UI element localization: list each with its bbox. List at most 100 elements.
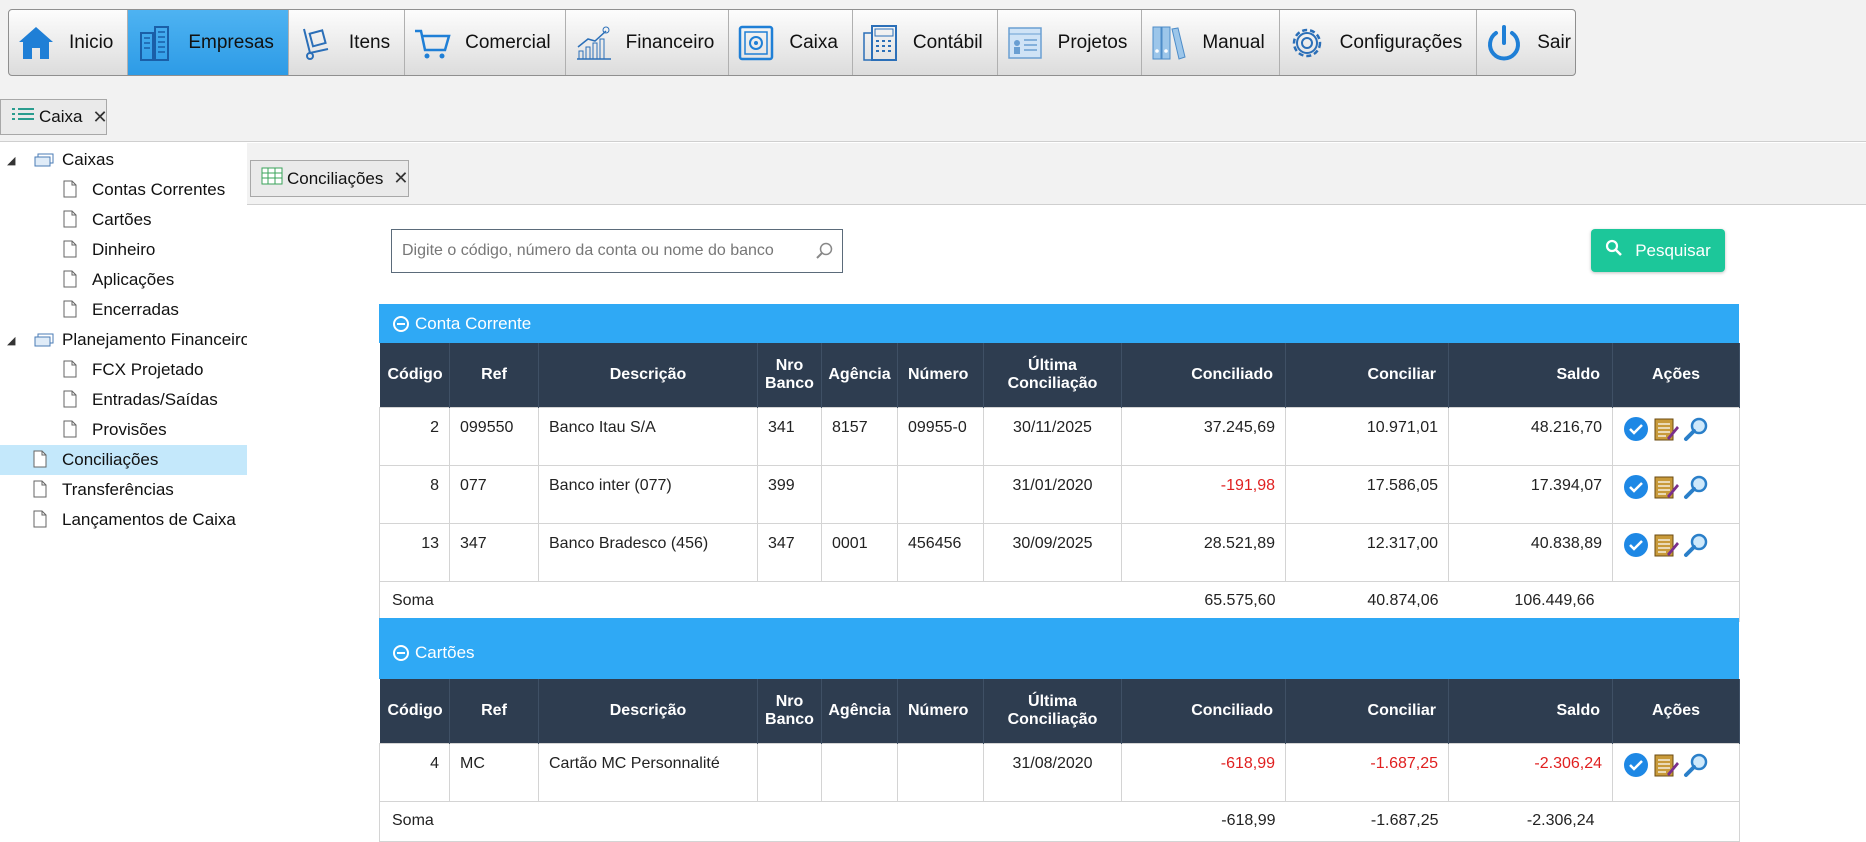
col-header-ultima: Última xyxy=(1028,692,1077,710)
col-header-conciliado[interactable]: Conciliado xyxy=(1121,343,1286,407)
section-header-conta-corrente[interactable]: Conta Corrente xyxy=(379,304,1739,343)
tree-node-transferencias[interactable]: Transferências xyxy=(0,475,247,505)
tree-label-cartoes: Cartões xyxy=(92,210,152,229)
table-row[interactable]: 8 077 Banco inter (077) 399 31/01/2020 -… xyxy=(379,464,1740,524)
menu-projetos[interactable]: Projetos xyxy=(998,10,1143,75)
tree-label-provisoes: Provisões xyxy=(92,420,167,439)
col-header-codigo[interactable]: Código xyxy=(379,343,450,407)
col-header-agencia[interactable]: Agência xyxy=(821,343,898,407)
menu-contabil[interactable]: Contábil xyxy=(853,10,998,75)
search-icon xyxy=(1605,239,1623,262)
binders-icon xyxy=(1146,20,1192,66)
cell-conciliar: 17.586,05 xyxy=(1285,464,1449,524)
collapse-triangle-icon[interactable]: ◢ xyxy=(7,154,15,167)
ledger-edit-icon[interactable] xyxy=(1653,752,1679,784)
tab-caixa[interactable]: Caixa ✕ xyxy=(0,99,108,135)
tree-node-provisoes[interactable]: Provisões xyxy=(0,415,247,445)
cell-conciliado: 37.245,69 xyxy=(1121,406,1286,466)
page-icon xyxy=(63,270,77,293)
tree-node-aplicacoes[interactable]: Aplicações xyxy=(0,265,247,295)
check-circle-icon[interactable] xyxy=(1623,752,1649,784)
cell-numero xyxy=(897,464,984,524)
col-header-conciliar[interactable]: Conciliar xyxy=(1285,679,1449,743)
col-header-ultima-conciliacao[interactable]: Última Conciliação xyxy=(983,679,1122,743)
section-header-cartoes[interactable]: Cartões xyxy=(379,618,1739,679)
cell-acoes xyxy=(1612,464,1740,524)
col-header-ref[interactable]: Ref xyxy=(449,679,539,743)
tree-node-dinheiro[interactable]: Dinheiro xyxy=(0,235,247,265)
tree-node-encerradas[interactable]: Encerradas xyxy=(0,295,247,325)
col-header-conciliacao: Conciliação xyxy=(1007,710,1098,728)
col-header-descricao[interactable]: Descrição xyxy=(538,679,758,743)
menu-financeiro[interactable]: Financeiro xyxy=(566,10,730,75)
col-header-nro-banco[interactable]: Nro Banco xyxy=(757,679,822,743)
cell-numero: 09955-0 xyxy=(897,406,984,466)
tab-caixa-close-icon[interactable]: ✕ xyxy=(92,107,107,128)
search-input[interactable] xyxy=(392,230,792,272)
ledger-edit-icon[interactable] xyxy=(1653,474,1679,506)
col-header-conciliado[interactable]: Conciliado xyxy=(1121,679,1286,743)
search-icon[interactable] xyxy=(816,242,834,265)
sum-label: Soma xyxy=(379,800,1122,842)
tree-node-fcx-projetado[interactable]: FCX Projetado xyxy=(0,355,247,385)
menu-manual[interactable]: Manual xyxy=(1142,10,1280,75)
cell-ultima-conciliacao: 30/11/2025 xyxy=(983,406,1122,466)
collapse-triangle-icon[interactable]: ◢ xyxy=(7,334,15,347)
tree-node-contas-correntes[interactable]: Contas Correntes xyxy=(0,175,247,205)
tree-label-caixas: Caixas xyxy=(62,150,114,169)
col-header-numero[interactable]: Número xyxy=(897,343,984,407)
menu-empresas[interactable]: Empresas xyxy=(128,10,289,75)
col-header-agencia[interactable]: Agência xyxy=(821,679,898,743)
col-header-codigo[interactable]: Código xyxy=(379,679,450,743)
collapse-minus-icon[interactable] xyxy=(393,315,409,332)
cell-nro-banco: 341 xyxy=(757,406,822,466)
tree-node-caixas[interactable]: ◢ Caixas xyxy=(0,145,247,175)
cell-saldo: 17.394,07 xyxy=(1448,464,1613,524)
check-circle-icon[interactable] xyxy=(1623,474,1649,506)
check-circle-icon[interactable] xyxy=(1623,416,1649,448)
col-header-numero[interactable]: Número xyxy=(897,679,984,743)
cell-agencia: 8157 xyxy=(821,406,898,466)
col-header-ref[interactable]: Ref xyxy=(449,343,539,407)
ledger-edit-icon[interactable] xyxy=(1653,416,1679,448)
table-row[interactable]: 4 MC Cartão MC Personnalité 31/08/2020 -… xyxy=(379,742,1740,802)
tree-node-cartoes[interactable]: Cartões xyxy=(0,205,247,235)
col-header-descricao[interactable]: Descrição xyxy=(538,343,758,407)
menu-itens[interactable]: Itens xyxy=(289,10,406,75)
collapse-minus-icon[interactable] xyxy=(393,644,409,661)
tree-node-lancamentos[interactable]: Lançamentos de Caixa xyxy=(0,505,247,535)
magnifier-icon[interactable] xyxy=(1683,532,1709,564)
menu-caixa[interactable]: Caixa xyxy=(729,10,853,75)
menu-sair[interactable]: Sair xyxy=(1477,10,1575,75)
table-row[interactable]: 2 099550 Banco Itau S/A 341 8157 09955-0… xyxy=(379,406,1740,466)
tree-node-entradas-saidas[interactable]: Entradas/Saídas xyxy=(0,385,247,415)
col-header-saldo[interactable]: Saldo xyxy=(1448,343,1613,407)
magnifier-icon[interactable] xyxy=(1683,416,1709,448)
cell-saldo: 40.838,89 xyxy=(1448,522,1613,582)
search-button-label: Pesquisar xyxy=(1635,240,1711,260)
search-field[interactable] xyxy=(391,229,843,273)
tree-node-conciliacoes[interactable]: Conciliações xyxy=(0,445,247,475)
sum-conciliado: 65.575,60 xyxy=(1121,580,1286,622)
check-circle-icon[interactable] xyxy=(1623,532,1649,564)
menu-configuracoes[interactable]: Configurações xyxy=(1280,10,1478,75)
tree-label-conciliacoes: Conciliações xyxy=(62,450,159,469)
ledger-edit-icon[interactable] xyxy=(1653,532,1679,564)
tab-conciliacoes[interactable]: Conciliações ✕ xyxy=(250,160,409,197)
search-button[interactable]: Pesquisar xyxy=(1591,229,1725,272)
magnifier-icon[interactable] xyxy=(1683,474,1709,506)
col-header-saldo[interactable]: Saldo xyxy=(1448,679,1613,743)
menu-inicio[interactable]: Inicio xyxy=(9,10,129,75)
col-header-conciliar[interactable]: Conciliar xyxy=(1285,343,1449,407)
cell-descricao: Banco Bradesco (456) xyxy=(538,522,758,582)
table-row[interactable]: 13 347 Banco Bradesco (456) 347 0001 456… xyxy=(379,522,1740,582)
tab-conciliacoes-close-icon[interactable]: ✕ xyxy=(393,168,408,189)
tree-node-planejamento[interactable]: ◢ Planejamento Financeiro xyxy=(0,325,250,355)
main-menu: Inicio Empresas Itens Comercial Financei… xyxy=(8,9,1576,76)
col-header-nro-banco[interactable]: Nro Banco xyxy=(757,343,822,407)
menu-comercial[interactable]: Comercial xyxy=(405,10,566,75)
menu-projetos-label: Projetos xyxy=(1057,31,1128,53)
cell-saldo: 48.216,70 xyxy=(1448,406,1613,466)
col-header-ultima-conciliacao[interactable]: Última Conciliação xyxy=(983,343,1122,407)
magnifier-icon[interactable] xyxy=(1683,752,1709,784)
